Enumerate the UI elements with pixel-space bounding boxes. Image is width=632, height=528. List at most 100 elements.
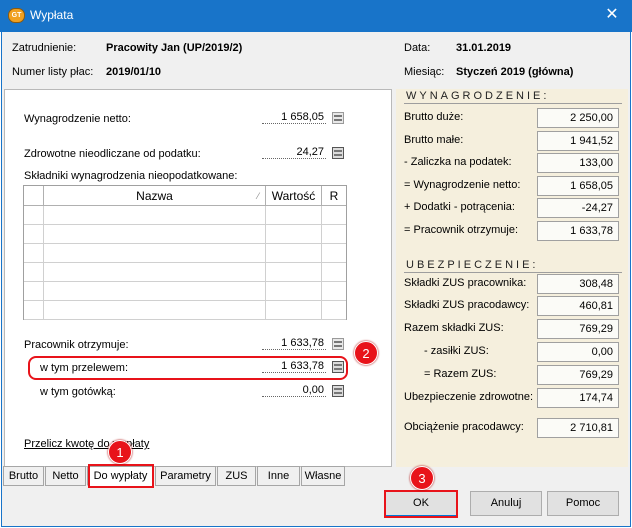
highlight-transfer-row (28, 356, 348, 380)
table-cell[interactable] (266, 301, 322, 320)
summary-row-value: 2 710,81 (537, 418, 619, 438)
resize-grip-icon: ⁄ (257, 191, 259, 201)
table-cell[interactable] (44, 244, 266, 263)
summary-row-value: 1 658,05 (537, 175, 619, 196)
tab-brutto[interactable]: Brutto (3, 466, 44, 486)
summary-row-value: 174,74 (537, 388, 619, 408)
calculator-icon[interactable] (332, 147, 344, 159)
table-cell[interactable] (322, 282, 346, 301)
help-button[interactable]: Pomoc (547, 491, 619, 516)
insurance-section-title: UBEZPIECZENIE: (406, 259, 539, 271)
calculator-icon (332, 112, 344, 124)
highlight-ok-button (384, 490, 458, 518)
summary-row-label: = Wynagrodzenie netto: (404, 178, 521, 191)
table-cell[interactable] (322, 263, 346, 282)
date-value: 31.01.2019 (456, 42, 512, 54)
summary-row-label: Ubezpieczenie zdrowotne: (404, 391, 534, 403)
highlight-tab-payout (88, 464, 154, 488)
table-cell[interactable] (266, 244, 322, 263)
employee-receives-value: 1 633,78 (262, 337, 326, 350)
health-contribution-label: Zdrowotne nieodliczane od podatku: (24, 148, 201, 160)
window-title: Wypłata (30, 8, 74, 22)
tab-inne[interactable]: Inne (257, 466, 300, 486)
month-value: Styczeń 2019 (główna) (456, 66, 574, 78)
annotation-badge-1: 1 (108, 440, 132, 464)
summary-row-value: -24,27 (537, 198, 619, 218)
untaxed-components-label: Składniki wynagrodzenia nieopodatkowane: (24, 170, 238, 182)
summary-row-label: - zasiłki ZUS: (424, 345, 489, 357)
summary-row-value: 133,00 (537, 153, 619, 173)
summary-row-value: 1 941,52 (537, 130, 619, 151)
column-header-name[interactable]: Nazwa ⁄ (44, 186, 266, 206)
summary-row-label: - Zaliczka na podatek: (404, 156, 512, 168)
summary-row-value: 769,29 (537, 365, 619, 385)
column-header-value[interactable]: Wartość (266, 186, 322, 206)
table-cell[interactable] (322, 206, 346, 225)
payroll-number-value: 2019/01/10 (106, 66, 162, 78)
health-contribution-field[interactable]: 24,27 (262, 146, 326, 159)
summary-row-value: 1 633,78 (537, 220, 619, 241)
net-salary-value: 1 658,05 (262, 111, 326, 124)
summary-row-label: Obciążenie pracodawcy: (404, 421, 524, 433)
summary-row-value: 308,48 (537, 274, 619, 294)
employment-label: Zatrudnienie: (12, 42, 77, 54)
section-divider (404, 103, 622, 104)
tab-netto[interactable]: Netto (45, 466, 86, 486)
table-cell[interactable] (322, 225, 346, 244)
app-icon: GT (8, 8, 25, 23)
table-cell[interactable] (44, 282, 266, 301)
net-salary-label: Wynagrodzenie netto: (24, 113, 131, 125)
table-cell[interactable] (266, 282, 322, 301)
table-cell[interactable] (24, 244, 44, 263)
table-cell[interactable] (44, 206, 266, 225)
untaxed-components-table[interactable]: Nazwa ⁄ Wartość R (23, 185, 347, 320)
tab-własne[interactable]: Własne (301, 466, 345, 486)
summary-row-value: 0,00 (537, 342, 619, 362)
table-cell[interactable] (24, 301, 44, 320)
table-cell[interactable] (266, 225, 322, 244)
table-cell[interactable] (322, 244, 346, 263)
summary-row-label: Brutto duże: (404, 111, 464, 123)
table-cell[interactable] (24, 282, 44, 301)
table-cell[interactable] (24, 263, 44, 282)
tab-parametry[interactable]: Parametry (155, 466, 216, 486)
payroll-number-label: Numer listy płac: (12, 66, 94, 78)
salary-section-title: WYNAGRODZENIE: (406, 90, 550, 102)
table-row-header-corner (24, 186, 44, 206)
title-bar (0, 0, 632, 32)
column-header-label: Nazwa (136, 189, 173, 203)
section-divider (404, 272, 622, 273)
summary-row-label: Składki ZUS pracownika: (404, 277, 527, 289)
annotation-badge-2: 2 (354, 341, 378, 365)
table-cell[interactable] (24, 206, 44, 225)
cancel-button[interactable]: Anuluj (470, 491, 542, 516)
cash-label: w tym gotówką: (40, 386, 116, 398)
summary-row-label: Brutto małe: (404, 133, 464, 146)
summary-row-label: Razem składki ZUS: (404, 322, 504, 334)
table-cell[interactable] (266, 263, 322, 282)
month-label: Miesiąc: (404, 66, 445, 78)
summary-row-label: = Razem ZUS: (424, 368, 497, 380)
tab-zus[interactable]: ZUS (217, 466, 256, 486)
cash-amount-field[interactable]: 0,00 (262, 384, 326, 397)
annotation-badge-3: 3 (410, 466, 434, 490)
summary-row-value: 2 250,00 (537, 108, 619, 128)
summary-row-value: 769,29 (537, 319, 619, 339)
table-cell[interactable] (44, 263, 266, 282)
calculator-icon (332, 338, 344, 350)
table-cell[interactable] (24, 225, 44, 244)
calculator-icon[interactable] (332, 385, 344, 397)
summary-row-label: = Pracownik otrzymuje: (404, 223, 519, 236)
close-icon[interactable]: ✕ (598, 2, 626, 28)
table-cell[interactable] (322, 301, 346, 320)
table-cell[interactable] (266, 206, 322, 225)
summary-row-label: Składki ZUS pracodawcy: (404, 299, 530, 311)
employment-value: Pracowity Jan (UP/2019/2) (106, 42, 243, 54)
date-label: Data: (404, 42, 431, 54)
summary-row-label: + Dodatki - potrącenia: (404, 201, 515, 213)
summary-row-value: 460,81 (537, 296, 619, 316)
column-header-r[interactable]: R (322, 186, 346, 206)
table-cell[interactable] (44, 225, 266, 244)
table-cell[interactable] (44, 301, 266, 320)
employee-receives-label: Pracownik otrzymuje: (24, 339, 129, 351)
